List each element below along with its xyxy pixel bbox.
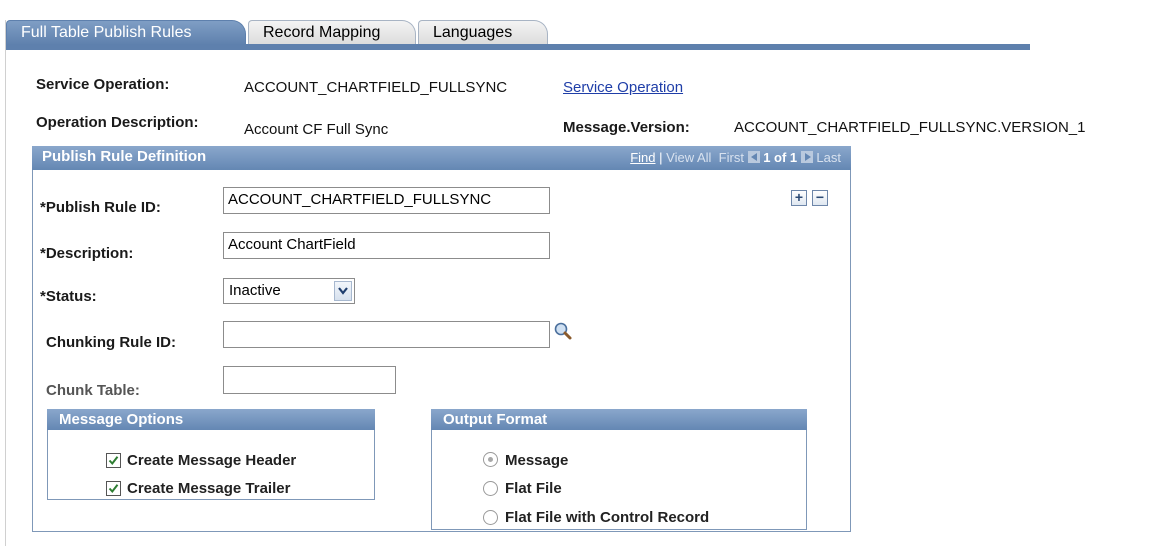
flat-file-option-label: Flat File — [505, 480, 562, 497]
flat-file-radio[interactable] — [483, 481, 498, 496]
page-left-border — [5, 20, 6, 546]
group-title: Publish Rule Definition — [42, 148, 207, 165]
output-format-header: Output Format — [431, 409, 807, 430]
message-version-label: Message.Version: — [563, 119, 690, 136]
status-selected-value: Inactive — [229, 282, 281, 299]
publish-rule-id-input[interactable]: ACCOUNT_CHARTFIELD_FULLSYNC — [223, 187, 550, 214]
create-message-header-checkbox[interactable] — [106, 453, 121, 468]
flat-file-control-record-label: Flat File with Control Record — [505, 509, 710, 526]
description-label: *Description: — [40, 245, 134, 262]
magnifier-icon[interactable] — [553, 321, 573, 341]
service-operation-link[interactable]: Service Operation — [563, 79, 683, 96]
tab-label: Full Table Publish Rules — [21, 24, 192, 41]
first-link: First — [718, 150, 744, 165]
create-message-header-label: Create Message Header — [127, 452, 297, 469]
operation-description-label: Operation Description: — [36, 114, 199, 131]
status-label: *Status: — [40, 288, 97, 305]
chunk-table-label: Chunk Table: — [46, 382, 140, 399]
service-operation-value: ACCOUNT_CHARTFIELD_FULLSYNC — [244, 79, 508, 96]
message-radio[interactable] — [483, 452, 498, 467]
tab-label: Record Mapping — [263, 24, 381, 41]
tab-languages[interactable]: Languages — [418, 20, 548, 45]
message-version-value: ACCOUNT_CHARTFIELD_FULLSYNC.VERSION_1 — [734, 119, 1086, 136]
view-all-link: View All — [666, 150, 712, 165]
add-row-button[interactable]: + — [791, 190, 807, 206]
status-select[interactable]: Inactive — [223, 278, 355, 304]
publish-rule-definition-header: Publish Rule Definition Find | View All … — [32, 146, 851, 170]
arrow-right-icon — [800, 151, 813, 163]
plus-icon: + — [794, 189, 804, 205]
row-count: 1 of 1 — [763, 150, 798, 165]
service-operation-label: Service Operation: — [36, 76, 170, 93]
chunk-table-input[interactable] — [223, 366, 396, 394]
row-navigation: Find | View All First 1 of 1 Last — [630, 149, 841, 167]
create-message-trailer-label: Create Message Trailer — [127, 480, 291, 497]
operation-description-value: Account CF Full Sync — [244, 121, 389, 138]
tab-label: Languages — [433, 24, 513, 41]
last-link: Last — [816, 150, 841, 165]
chunking-rule-id-input[interactable] — [223, 321, 550, 348]
flat-file-control-record-radio[interactable] — [483, 510, 498, 525]
publish-rule-id-label: *Publish Rule ID: — [40, 199, 161, 216]
arrow-left-icon — [747, 151, 760, 163]
tab-full-table-publish-rules[interactable]: Full Table Publish Rules — [6, 20, 246, 45]
find-link[interactable]: Find — [630, 150, 655, 165]
chevron-down-icon[interactable] — [334, 281, 352, 301]
tab-underline — [6, 44, 1030, 50]
message-option-label: Message — [505, 452, 569, 469]
remove-row-button[interactable]: − — [812, 190, 828, 206]
minus-icon: − — [815, 189, 825, 205]
tab-record-mapping[interactable]: Record Mapping — [248, 20, 416, 45]
chunking-rule-id-label: Chunking Rule ID: — [46, 334, 176, 351]
create-message-trailer-checkbox[interactable] — [106, 481, 121, 496]
nav-separator: | — [659, 150, 663, 165]
message-options-header: Message Options — [47, 409, 375, 430]
description-input[interactable]: Account ChartField — [223, 232, 550, 259]
